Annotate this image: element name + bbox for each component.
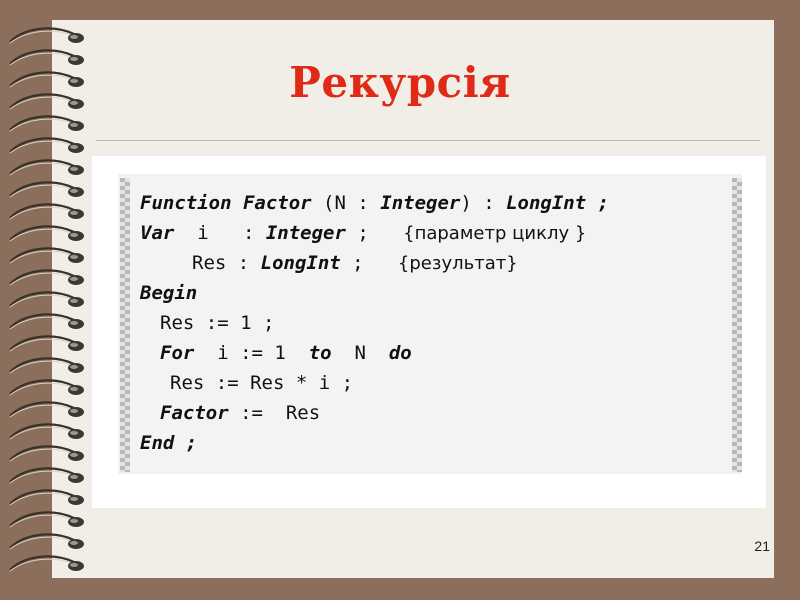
code-line-6: For i := 1 to N do <box>140 338 609 368</box>
keyword-end: End <box>140 432 175 454</box>
code-text: i := 1 <box>194 342 309 364</box>
code-text: Res := 1 ; <box>160 312 275 334</box>
code-line-1: Function Factor (N : Integer) : LongInt … <box>140 188 609 218</box>
code-listing: Function Factor (N : Integer) : LongInt … <box>140 188 609 458</box>
type-name: LongInt <box>260 252 341 274</box>
code-text: N <box>331 342 389 364</box>
code-text: (N : <box>311 192 381 214</box>
code-comment: {результат} <box>397 253 518 274</box>
code-text: ; <box>340 252 398 274</box>
code-text: ) : <box>460 192 507 214</box>
function-name: Factor <box>242 192 312 214</box>
code-line-9: End ; <box>140 428 609 458</box>
keyword-var: Var <box>140 222 175 244</box>
code-text: ; <box>345 222 404 244</box>
code-text: ; <box>174 432 198 454</box>
keyword-for: For <box>160 342 195 364</box>
code-box-left-edge <box>120 178 130 472</box>
page-number: 21 <box>754 538 770 554</box>
code-text: ; <box>586 192 610 214</box>
type-name: Integer <box>265 222 346 244</box>
keyword-to: to <box>308 342 332 364</box>
keyword-function: Function <box>140 192 232 214</box>
title-divider <box>96 140 760 141</box>
keyword-begin: Begin <box>140 282 198 304</box>
code-text: Res := Res * i ; <box>170 372 354 394</box>
code-line-4: Begin <box>140 278 609 308</box>
slide-title: Рекурсія <box>289 58 511 107</box>
code-line-7: Res := Res * i ; <box>140 368 609 398</box>
code-comment: {параметр циклу } <box>403 223 587 244</box>
code-box-right-edge <box>732 178 742 472</box>
code-text: := Res <box>228 402 321 424</box>
type-name: Integer <box>380 192 461 214</box>
code-text: i : <box>174 222 266 244</box>
code-text: Res : <box>192 252 261 274</box>
code-line-8: Factor := Res <box>140 398 609 428</box>
code-line-2: Var i : Integer ; {параметр циклу } <box>140 218 609 248</box>
function-name: Factor <box>160 402 229 424</box>
type-name: LongInt <box>506 192 587 214</box>
code-line-5: Res := 1 ; <box>140 308 609 338</box>
keyword-do: do <box>388 342 412 364</box>
code-line-3: Res : LongInt ; {результат} <box>140 248 609 278</box>
